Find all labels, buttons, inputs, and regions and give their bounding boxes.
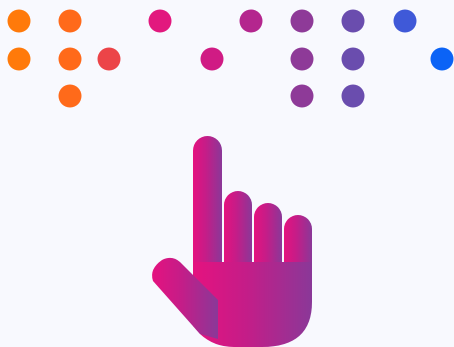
- braille-dot: [290, 84, 314, 108]
- braille-dot: [7, 9, 31, 33]
- braille-dot: [148, 9, 172, 33]
- braille-dot: [341, 9, 365, 33]
- braille-dot: [7, 47, 31, 71]
- braille-dot: [58, 47, 82, 71]
- braille-dot: [341, 47, 365, 71]
- braille-dot: [341, 84, 365, 108]
- braille-dot: [239, 9, 263, 33]
- braille-dot: [393, 9, 417, 33]
- braille-dot: [200, 47, 224, 71]
- braille-dot: [290, 9, 314, 33]
- braille-dot: [58, 9, 82, 33]
- braille-dot: [58, 84, 82, 108]
- braille-illustration: [0, 0, 454, 347]
- braille-dot: [290, 47, 314, 71]
- braille-dot: [430, 47, 454, 71]
- braille-dot: [97, 47, 121, 71]
